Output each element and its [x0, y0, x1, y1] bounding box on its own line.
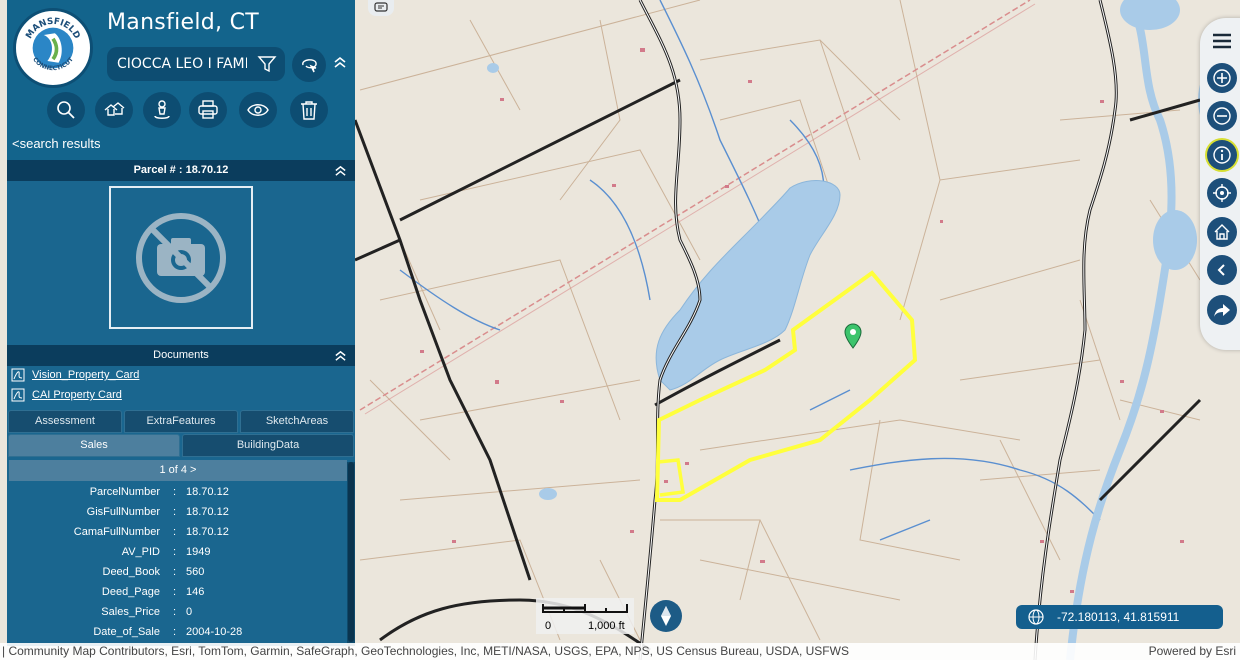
user-location-button[interactable] [143, 92, 181, 128]
field-value: 18.70.12 [186, 526, 229, 538]
field-value: 18.70.12 [186, 506, 229, 518]
field-value: 1949 [186, 546, 211, 558]
back-to-search-results-link[interactable]: <search results [12, 136, 101, 151]
tab-sketchareas[interactable]: SketchAreas [240, 410, 354, 433]
town-title: Mansfield, CT [107, 10, 260, 35]
document-label: Vision_Property_Card [32, 369, 140, 381]
compass-icon [661, 606, 671, 626]
table-row: ParcelNumber:18.70.12 [7, 482, 347, 502]
side-panel: MANSFIELD CONNECTICUT Mansfield, CT CIOC… [7, 0, 355, 646]
identify-button[interactable] [1207, 140, 1237, 170]
lasso-select-button[interactable] [292, 48, 326, 82]
map-attribution: | Community Map Contributors, Esri, TomT… [0, 643, 1240, 660]
document-label: CAI Property Card [32, 389, 122, 401]
scrollbar-thumb[interactable] [348, 462, 354, 642]
document-link-vision-card[interactable]: Vision_Property_Card [11, 366, 139, 384]
field-name: Sales_Price [101, 606, 160, 618]
collapse-documents-icon[interactable] [334, 349, 347, 362]
zoom-in-icon [1213, 69, 1231, 87]
field-value: 2004-10-28 [186, 626, 243, 638]
scale-end-label: 1,000 ft [588, 620, 625, 632]
clear-button[interactable] [290, 92, 328, 128]
scale-start-label: 0 [545, 620, 552, 632]
print-button[interactable] [189, 92, 227, 128]
zoom-out-button[interactable] [1207, 101, 1237, 131]
parcel-photo-frame [109, 186, 253, 329]
share-icon [1214, 304, 1230, 317]
tab-extrafeatures[interactable]: ExtraFeatures [124, 410, 238, 433]
user-location-icon [154, 100, 170, 119]
eye-icon [247, 104, 269, 116]
visibility-button[interactable] [239, 92, 277, 128]
locate-button[interactable] [1207, 178, 1237, 208]
tab-assessment[interactable]: Assessment [8, 410, 122, 433]
zoom-out-icon [1213, 107, 1231, 125]
home-button[interactable] [1207, 217, 1237, 247]
field-name: Date_of_Sale [93, 626, 160, 638]
globe-icon [1028, 609, 1044, 625]
menu-icon[interactable] [1211, 32, 1233, 50]
document-link-cai-card[interactable]: CAI Property Card [11, 386, 122, 404]
collapse-header-icon[interactable] [333, 55, 347, 69]
filter-icon[interactable] [257, 54, 277, 74]
home-icon [1214, 224, 1230, 240]
table-row: AV_PID:1949 [7, 542, 347, 562]
panel-header: MANSFIELD CONNECTICUT Mansfield, CT CIOC… [7, 0, 355, 160]
chat-icon[interactable] [368, 0, 394, 16]
field-name: ParcelNumber [89, 486, 160, 498]
scale-ruler [542, 604, 628, 613]
field-name: Deed_Page [101, 586, 160, 598]
tab-buildingdata[interactable]: BuildingData [182, 434, 354, 457]
collapse-parcel-icon[interactable] [334, 164, 347, 177]
table-row: GisFullNumber:18.70.12 [7, 502, 347, 522]
parcel-section-header[interactable]: Parcel # : 18.70.12 [7, 160, 355, 181]
trash-icon [301, 101, 317, 120]
town-logo: MANSFIELD CONNECTICUT [13, 8, 93, 88]
field-value: 0 [186, 606, 193, 618]
lasso-icon [302, 59, 317, 73]
table-row: Deed_Book:560 [7, 562, 347, 582]
field-name: GisFullNumber [86, 506, 160, 518]
field-name: AV_PID [121, 546, 160, 558]
pdf-icon [11, 368, 25, 382]
table-row: Date_of_Sale:2004-10-28 [7, 622, 347, 642]
field-value: 146 [186, 586, 205, 598]
back-icon [1217, 264, 1225, 276]
print-icon [198, 100, 218, 119]
coordinate-display[interactable]: -72.180113, 41.815911 [1016, 605, 1223, 629]
documents-title: Documents [153, 349, 209, 361]
map-tools-panel [1200, 18, 1240, 350]
table-row: Sales_Price:0 [7, 602, 347, 622]
parcels-button[interactable] [95, 92, 133, 128]
field-name: CamaFullNumber [73, 526, 160, 538]
parcels-icon [104, 102, 125, 116]
locate-icon [1213, 184, 1231, 202]
record-pager[interactable]: 1 of 4 > [9, 460, 347, 481]
parcel-photo-area [7, 181, 355, 345]
powered-by-link[interactable]: Powered by Esri [1149, 643, 1236, 660]
table-row: Deed_Page:146 [7, 582, 347, 602]
pdf-icon [11, 388, 25, 402]
coordinates-text: -72.180113, 41.815911 [1057, 610, 1180, 624]
share-button[interactable] [1207, 295, 1237, 325]
search-filter-pill[interactable]: CIOCCA LEO I FAMIL [107, 47, 285, 81]
search-icon [57, 101, 75, 119]
scale-bar: 0 1,000 ft [536, 598, 634, 634]
tab-sales[interactable]: Sales [8, 434, 180, 457]
parcel-title: Parcel # : 18.70.12 [133, 164, 229, 176]
field-name: Deed_Book [102, 566, 161, 578]
previous-extent-button[interactable] [1207, 255, 1237, 285]
table-row: CamaFullNumber:18.70.12 [7, 522, 347, 542]
search-value: CIOCCA LEO I FAMIL [117, 56, 247, 72]
zoom-in-button[interactable] [1207, 63, 1237, 93]
no-photo-icon [136, 212, 226, 303]
field-value: 18.70.12 [186, 486, 229, 498]
search-button[interactable] [47, 92, 85, 128]
attribution-text: | Community Map Contributors, Esri, TomT… [2, 644, 849, 658]
info-icon [1213, 146, 1231, 164]
documents-section-header[interactable]: Documents [7, 345, 355, 366]
compass-button[interactable] [650, 600, 682, 632]
field-value: 560 [186, 566, 205, 578]
